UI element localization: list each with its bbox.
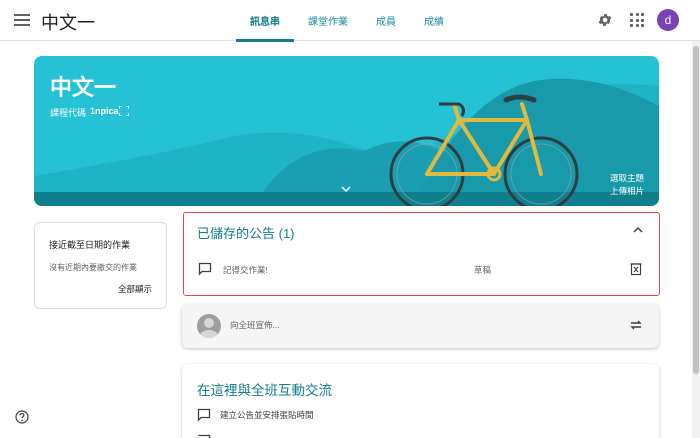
select-theme-link[interactable]: 選取主題 (610, 172, 644, 185)
theme-links: 選取主題 上傳相片 (610, 172, 644, 198)
upcoming-title: 接近截至日期的作業 (49, 240, 131, 250)
avatar[interactable]: d (657, 9, 679, 31)
banner-title: 中文一 (50, 75, 117, 100)
upcoming-card: 接近截至日期的作業 沒有近期內要繳交的作業 全部顯示 (34, 222, 167, 309)
interact-item-text: 建立公告並安排張貼時間 (220, 410, 314, 420)
delete-icon[interactable] (630, 262, 642, 276)
comment-icon (198, 434, 211, 438)
avatar (197, 314, 221, 338)
tab-bar: 訊息串 課堂作業 成員 成績 (236, 0, 458, 42)
upload-photo-link[interactable]: 上傳相片 (610, 185, 644, 198)
tab-classwork[interactable]: 課堂作業 (294, 0, 362, 41)
comment-icon (198, 262, 212, 276)
upcoming-empty-text: 沒有近期內要繳交的作業 (49, 263, 137, 272)
tab-people[interactable]: 成員 (362, 0, 410, 41)
tab-grades[interactable]: 成績 (410, 0, 458, 41)
view-all-link[interactable]: 全部顯示 (118, 283, 152, 295)
list-item: 建立公告並安排張貼時間 (197, 408, 314, 422)
comment-icon (197, 408, 211, 422)
apps-icon[interactable] (630, 13, 644, 27)
share-box[interactable]: 向全班宣佈... (182, 304, 659, 348)
gear-icon[interactable] (597, 12, 613, 28)
list-item[interactable]: 記得交作業! 草稿 (184, 257, 658, 283)
interact-title: 在這裡與全班互動交流 (197, 383, 332, 398)
menu-icon[interactable] (14, 12, 30, 28)
class-code: 1npica (90, 106, 119, 116)
scrollbar-thumb[interactable] (693, 46, 699, 374)
scrollbar[interactable] (692, 41, 700, 438)
draft-status: 草稿 (474, 265, 492, 275)
interact-card: 在這裡與全班互動交流 建立公告並安排張貼時間 (182, 364, 659, 438)
draft-text: 記得交作業! (223, 265, 268, 275)
saved-announcements-title[interactable]: 已儲存的公告 (1) (197, 223, 295, 242)
class-banner: 中文一 課程代碼 1npica 選取主題 上傳相片 (34, 56, 659, 206)
chevron-up-icon[interactable] (632, 225, 644, 235)
announce-input[interactable]: 向全班宣佈... (230, 319, 280, 331)
tab-stream[interactable]: 訊息串 (236, 0, 294, 42)
saved-announcements-panel: 已儲存的公告 (1) 記得交作業! 草稿 (183, 212, 660, 296)
chevron-down-icon[interactable] (340, 184, 352, 194)
expand-icon[interactable] (119, 106, 129, 116)
repost-icon[interactable] (629, 318, 643, 332)
class-code-label: 課程代碼 (50, 108, 87, 118)
page-title: 中文一 (41, 13, 95, 33)
top-app-bar: 中文一 訊息串 課堂作業 成員 成績 d (0, 0, 700, 42)
help-icon[interactable] (15, 410, 29, 424)
